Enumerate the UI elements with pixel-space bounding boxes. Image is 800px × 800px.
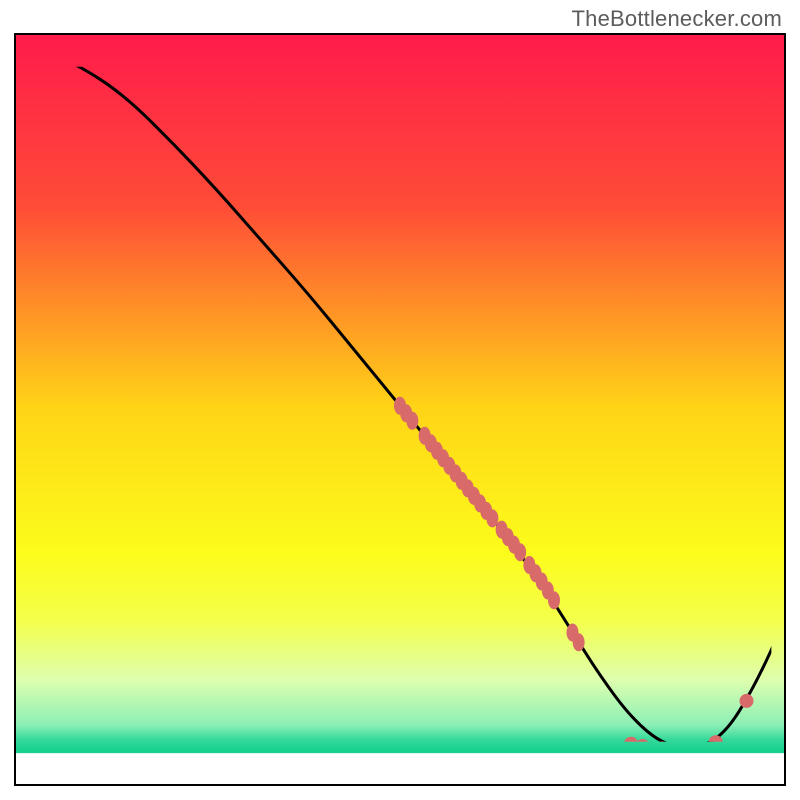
chart-container: TheBottlenecker.com bbox=[0, 0, 800, 800]
scatter-point bbox=[548, 591, 560, 609]
scatter-point bbox=[740, 694, 754, 708]
scatter-point bbox=[514, 543, 526, 561]
attribution-label: TheBottlenecker.com bbox=[572, 6, 782, 32]
chart-plot bbox=[0, 0, 800, 800]
scatter-point bbox=[486, 509, 498, 527]
scatter-point bbox=[573, 633, 585, 651]
scatter-point bbox=[406, 412, 418, 430]
